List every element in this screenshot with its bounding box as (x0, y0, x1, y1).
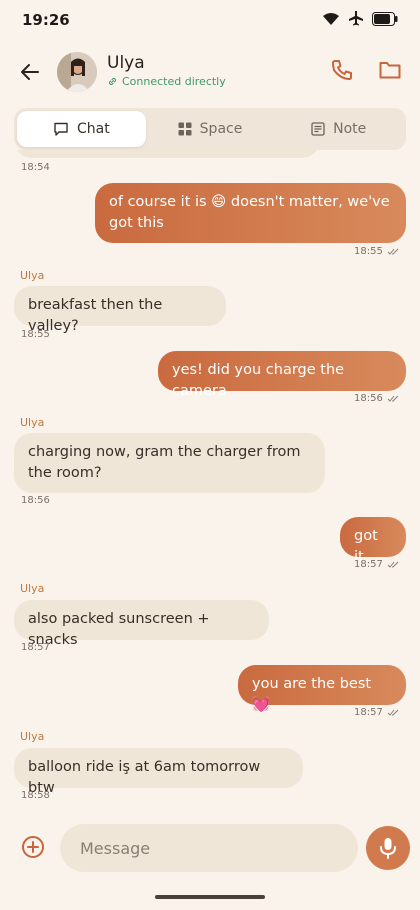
double-check-icon (387, 709, 399, 716)
message-text: of course it is 😄 doesn't matter, we've (109, 194, 390, 210)
message-time: 18:54 (21, 162, 50, 173)
status-bar: 19:26 (0, 0, 420, 40)
avatar[interactable] (57, 52, 97, 92)
message-bubble-incoming[interactable] (14, 150, 320, 158)
message-text: yes! did you charge the camera (172, 362, 345, 399)
message-bubble-outgoing[interactable]: you are the best 💓 (238, 665, 406, 713)
sender-name: Ulya (20, 269, 45, 282)
message-text: charging now, gram the charger from (28, 444, 301, 460)
battery-icon (372, 11, 398, 30)
link-icon (108, 77, 117, 86)
tab-space-label: Space (199, 121, 243, 137)
double-check-icon (387, 561, 399, 568)
plus-circle-icon (22, 836, 44, 858)
tab-space[interactable]: Space (146, 111, 275, 147)
message-text: also packed sunscreen + snacks (28, 611, 210, 648)
message-list[interactable]: 18:54 of course it is 😄 doesn't matter, … (0, 150, 420, 818)
message-time: 18:55 (354, 246, 399, 257)
sender-name: Ulya (20, 730, 45, 743)
message-time: 18:56 (21, 495, 50, 506)
wifi-icon (322, 11, 340, 30)
home-indicator[interactable] (155, 895, 265, 899)
message-time: 18:56 (354, 393, 399, 404)
message-bubble-outgoing[interactable]: got it (340, 517, 406, 565)
tab-note-label: Note (333, 121, 367, 137)
message-text: balloon ride iş at 6am tomorrow btw (28, 759, 261, 796)
message-bubble-incoming[interactable]: also packed sunscreen + snacks (14, 600, 269, 648)
microphone-icon (380, 838, 396, 859)
message-bubble-incoming[interactable]: charging now, gram the charger from the … (14, 433, 325, 493)
double-check-icon (387, 395, 399, 402)
message-bubble-incoming[interactable]: breakfast then the valley? (14, 286, 226, 334)
connection-status: Connected directly (107, 75, 226, 88)
message-time: 18:57 (354, 707, 399, 718)
tab-chat[interactable]: Chat (17, 111, 146, 147)
arrow-left-icon (21, 64, 39, 80)
connection-status-label: Connected directly (122, 75, 226, 88)
status-time: 19:26 (22, 11, 70, 29)
folder-icon (379, 62, 401, 79)
message-time: 18:55 (21, 329, 50, 340)
message-time: 18:57 (21, 642, 50, 653)
back-button[interactable] (16, 58, 44, 86)
sender-name: Ulya (20, 582, 45, 595)
message-time: 18:57 (354, 559, 399, 570)
tab-bar: Chat Space Note (14, 108, 406, 150)
message-bubble-outgoing[interactable]: of course it is 😄 doesn't matter, we've … (95, 183, 406, 243)
message-time: 18:58 (21, 790, 50, 801)
chat-header: Ulya Connected directly (0, 44, 420, 100)
message-bubble-incoming[interactable]: balloon ride iş at 6am tomorrow btw (14, 748, 303, 796)
files-button[interactable] (378, 58, 404, 84)
attach-button[interactable] (20, 834, 48, 862)
contact-name: Ulya (107, 53, 145, 73)
note-icon (311, 122, 325, 136)
status-icons (322, 10, 398, 30)
message-input[interactable] (60, 824, 358, 872)
double-check-icon (387, 248, 399, 255)
tab-chat-label: Chat (76, 121, 110, 137)
sender-name: Ulya (20, 416, 45, 429)
message-bubble-outgoing[interactable]: yes! did you charge the camera (158, 351, 406, 399)
call-button[interactable] (330, 58, 356, 84)
airplane-icon (348, 10, 364, 30)
chat-bubble-icon (54, 122, 68, 136)
tab-note[interactable]: Note (274, 111, 403, 147)
phone-icon (332, 60, 352, 80)
grid-icon (178, 122, 192, 136)
message-text: the room? (28, 465, 102, 481)
voice-record-button[interactable] (366, 826, 410, 870)
message-text: got this (109, 215, 164, 231)
